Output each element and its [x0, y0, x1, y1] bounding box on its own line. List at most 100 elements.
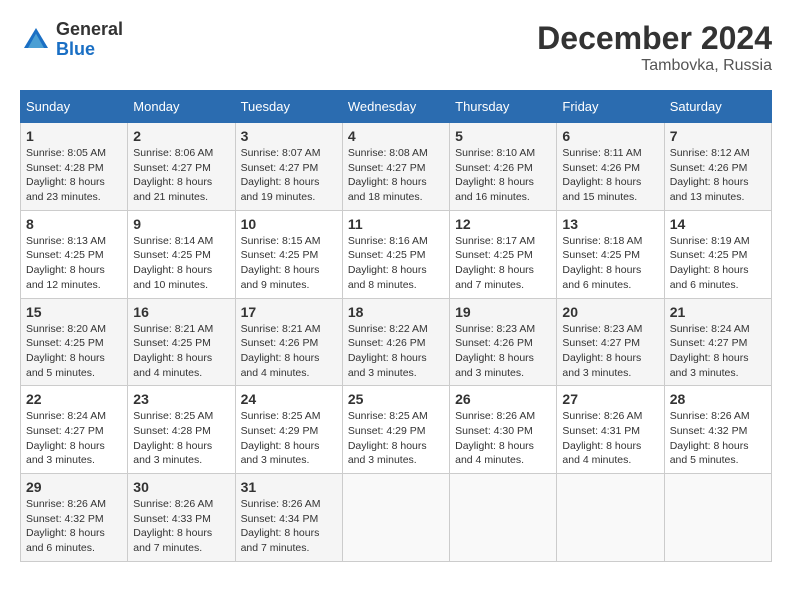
day-info: Sunrise: 8:17 AMSunset: 4:25 PMDaylight:… — [455, 234, 551, 293]
calendar-week-row: 8Sunrise: 8:13 AMSunset: 4:25 PMDaylight… — [21, 210, 772, 298]
day-info: Sunrise: 8:14 AMSunset: 4:25 PMDaylight:… — [133, 234, 229, 293]
calendar-day-cell: 15 Sunrise: 8:20 AMSunset: 4:25 PMDayligh… — [21, 298, 128, 386]
day-info: Sunrise: 8:24 AMSunset: 4:27 PMDaylight:… — [26, 409, 122, 468]
day-info: Sunrise: 8:12 AMSunset: 4:26 PMDaylight:… — [670, 146, 766, 205]
calendar-day-cell: 10 Sunrise: 8:15 AMSunset: 4:25 PMDayligh… — [235, 210, 342, 298]
day-info: Sunrise: 8:26 AMSunset: 4:34 PMDaylight:… — [241, 497, 337, 556]
day-number: 16 — [133, 304, 229, 320]
calendar-week-row: 29 Sunrise: 8:26 AMSunset: 4:32 PMDayligh… — [21, 474, 772, 562]
calendar-day-cell: 2 Sunrise: 8:06 AMSunset: 4:27 PMDaylight… — [128, 123, 235, 211]
day-number: 2 — [133, 128, 229, 144]
day-info: Sunrise: 8:15 AMSunset: 4:25 PMDaylight:… — [241, 234, 337, 293]
calendar-day-cell — [342, 474, 449, 562]
calendar-week-row: 15 Sunrise: 8:20 AMSunset: 4:25 PMDayligh… — [21, 298, 772, 386]
header-row: SundayMondayTuesdayWednesdayThursdayFrid… — [21, 91, 772, 123]
day-info: Sunrise: 8:07 AMSunset: 4:27 PMDaylight:… — [241, 146, 337, 205]
calendar-day-cell: 4 Sunrise: 8:08 AMSunset: 4:27 PMDaylight… — [342, 123, 449, 211]
day-info: Sunrise: 8:11 AMSunset: 4:26 PMDaylight:… — [562, 146, 658, 205]
day-number: 6 — [562, 128, 658, 144]
calendar-day-cell: 25 Sunrise: 8:25 AMSunset: 4:29 PMDayligh… — [342, 386, 449, 474]
calendar-day-cell: 19Sunrise: 8:23 AMSunset: 4:26 PMDayligh… — [450, 298, 557, 386]
calendar-day-cell: 29 Sunrise: 8:26 AMSunset: 4:32 PMDayligh… — [21, 474, 128, 562]
calendar-day-cell: 5Sunrise: 8:10 AMSunset: 4:26 PMDaylight… — [450, 123, 557, 211]
day-number: 31 — [241, 479, 337, 495]
day-info: Sunrise: 8:26 AMSunset: 4:33 PMDaylight:… — [133, 497, 229, 556]
day-number: 14 — [670, 216, 766, 232]
day-info: Sunrise: 8:19 AMSunset: 4:25 PMDaylight:… — [670, 234, 766, 293]
day-number: 26 — [455, 391, 551, 407]
day-info: Sunrise: 8:06 AMSunset: 4:27 PMDaylight:… — [133, 146, 229, 205]
calendar-day-cell: 22 Sunrise: 8:24 AMSunset: 4:27 PMDayligh… — [21, 386, 128, 474]
day-number: 15 — [26, 304, 122, 320]
day-info: Sunrise: 8:26 AMSunset: 4:31 PMDaylight:… — [562, 409, 658, 468]
day-number: 23 — [133, 391, 229, 407]
day-number: 25 — [348, 391, 444, 407]
day-number: 28 — [670, 391, 766, 407]
calendar-day-cell: 1Sunrise: 8:05 AMSunset: 4:28 PMDaylight… — [21, 123, 128, 211]
day-of-week-header: Thursday — [450, 91, 557, 123]
month-title: December 2024 — [537, 20, 772, 57]
day-info: Sunrise: 8:18 AMSunset: 4:25 PMDaylight:… — [562, 234, 658, 293]
calendar-table: SundayMondayTuesdayWednesdayThursdayFrid… — [20, 90, 772, 562]
calendar-week-row: 22 Sunrise: 8:24 AMSunset: 4:27 PMDayligh… — [21, 386, 772, 474]
calendar-day-cell: 3 Sunrise: 8:07 AMSunset: 4:27 PMDaylight… — [235, 123, 342, 211]
calendar-day-cell: 18Sunrise: 8:22 AMSunset: 4:26 PMDayligh… — [342, 298, 449, 386]
day-info: Sunrise: 8:24 AMSunset: 4:27 PMDaylight:… — [670, 322, 766, 381]
calendar-day-cell — [450, 474, 557, 562]
day-info: Sunrise: 8:22 AMSunset: 4:26 PMDaylight:… — [348, 322, 444, 381]
logo-icon — [20, 24, 52, 56]
day-of-week-header: Tuesday — [235, 91, 342, 123]
calendar-day-cell — [557, 474, 664, 562]
day-info: Sunrise: 8:08 AMSunset: 4:27 PMDaylight:… — [348, 146, 444, 205]
calendar-day-cell: 6 Sunrise: 8:11 AMSunset: 4:26 PMDaylight… — [557, 123, 664, 211]
day-number: 7 — [670, 128, 766, 144]
day-of-week-header: Wednesday — [342, 91, 449, 123]
day-number: 10 — [241, 216, 337, 232]
day-number: 11 — [348, 216, 444, 232]
page-header: General Blue December 2024 Tambovka, Rus… — [20, 20, 772, 75]
day-of-week-header: Sunday — [21, 91, 128, 123]
title-section: December 2024 Tambovka, Russia — [537, 20, 772, 75]
day-number: 27 — [562, 391, 658, 407]
day-info: Sunrise: 8:20 AMSunset: 4:25 PMDaylight:… — [26, 322, 122, 381]
calendar-day-cell: 14 Sunrise: 8:19 AMSunset: 4:25 PMDayligh… — [664, 210, 771, 298]
day-of-week-header: Monday — [128, 91, 235, 123]
calendar-day-cell: 12Sunrise: 8:17 AMSunset: 4:25 PMDayligh… — [450, 210, 557, 298]
calendar-day-cell: 20Sunrise: 8:23 AMSunset: 4:27 PMDayligh… — [557, 298, 664, 386]
day-number: 3 — [241, 128, 337, 144]
calendar-day-cell: 21 Sunrise: 8:24 AMSunset: 4:27 PMDayligh… — [664, 298, 771, 386]
day-info: Sunrise: 8:25 AMSunset: 4:29 PMDaylight:… — [241, 409, 337, 468]
day-info: Sunrise: 8:23 AMSunset: 4:27 PMDaylight:… — [562, 322, 658, 381]
day-number: 17 — [241, 304, 337, 320]
day-info: Sunrise: 8:16 AMSunset: 4:25 PMDaylight:… — [348, 234, 444, 293]
calendar-day-cell: 31 Sunrise: 8:26 AMSunset: 4:34 PMDayligh… — [235, 474, 342, 562]
day-info: Sunrise: 8:21 AMSunset: 4:25 PMDaylight:… — [133, 322, 229, 381]
day-number: 30 — [133, 479, 229, 495]
calendar-day-cell: 23Sunrise: 8:25 AMSunset: 4:28 PMDayligh… — [128, 386, 235, 474]
day-number: 22 — [26, 391, 122, 407]
day-of-week-header: Friday — [557, 91, 664, 123]
calendar-day-cell: 13 Sunrise: 8:18 AMSunset: 4:25 PMDayligh… — [557, 210, 664, 298]
day-number: 21 — [670, 304, 766, 320]
calendar-day-cell: 27 Sunrise: 8:26 AMSunset: 4:31 PMDayligh… — [557, 386, 664, 474]
calendar-day-cell — [664, 474, 771, 562]
day-info: Sunrise: 8:21 AMSunset: 4:26 PMDaylight:… — [241, 322, 337, 381]
calendar-header: SundayMondayTuesdayWednesdayThursdayFrid… — [21, 91, 772, 123]
calendar-day-cell: 26 Sunrise: 8:26 AMSunset: 4:30 PMDayligh… — [450, 386, 557, 474]
day-info: Sunrise: 8:26 AMSunset: 4:32 PMDaylight:… — [670, 409, 766, 468]
day-number: 4 — [348, 128, 444, 144]
day-info: Sunrise: 8:26 AMSunset: 4:32 PMDaylight:… — [26, 497, 122, 556]
day-of-week-header: Saturday — [664, 91, 771, 123]
day-number: 9 — [133, 216, 229, 232]
day-number: 13 — [562, 216, 658, 232]
day-number: 8 — [26, 216, 122, 232]
day-number: 24 — [241, 391, 337, 407]
day-info: Sunrise: 8:26 AMSunset: 4:30 PMDaylight:… — [455, 409, 551, 468]
logo-general-text: General — [56, 20, 123, 40]
calendar-day-cell: 28 Sunrise: 8:26 AMSunset: 4:32 PMDayligh… — [664, 386, 771, 474]
calendar-day-cell: 24 Sunrise: 8:25 AMSunset: 4:29 PMDayligh… — [235, 386, 342, 474]
day-info: Sunrise: 8:25 AMSunset: 4:29 PMDaylight:… — [348, 409, 444, 468]
calendar-day-cell: 11 Sunrise: 8:16 AMSunset: 4:25 PMDayligh… — [342, 210, 449, 298]
day-number: 29 — [26, 479, 122, 495]
calendar-week-row: 1Sunrise: 8:05 AMSunset: 4:28 PMDaylight… — [21, 123, 772, 211]
